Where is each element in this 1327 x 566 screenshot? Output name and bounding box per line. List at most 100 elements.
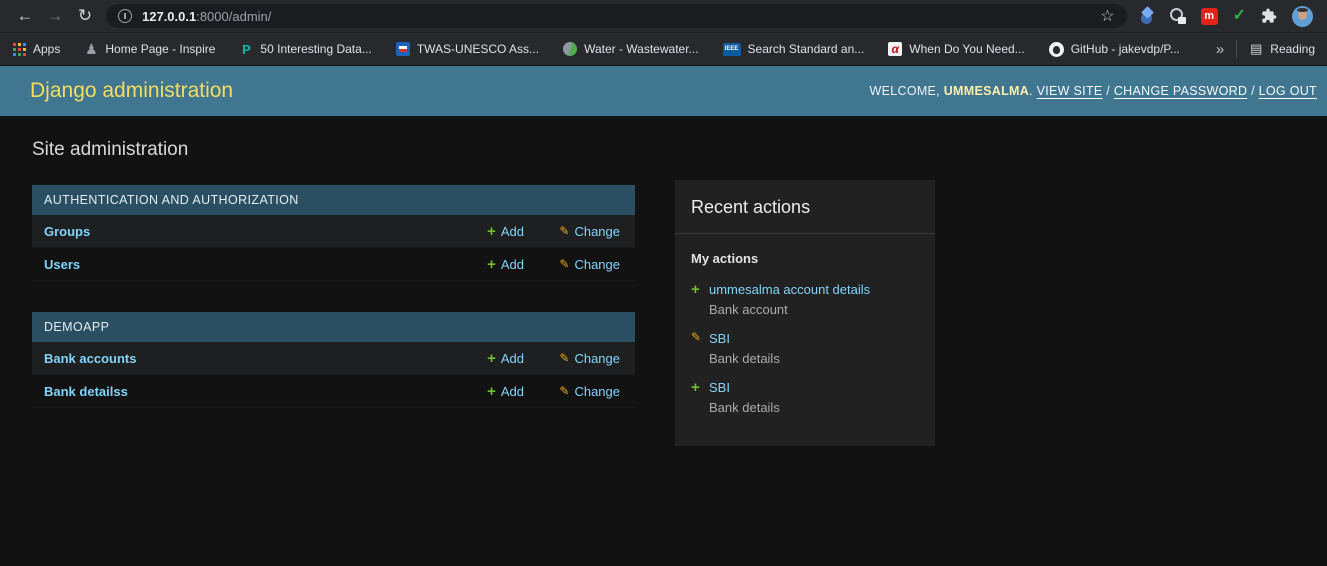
browser-window: ← → ↻ 127.0.0.1 :8000/admin/ ☆ m ✓ Apps …: [0, 0, 1327, 566]
list-item: ✎ SBI Bank details: [691, 330, 919, 366]
ieee-icon: IEEE: [722, 42, 741, 56]
apps-shortcut[interactable]: Apps: [12, 42, 60, 56]
change-users-link[interactable]: ✎ Change: [524, 257, 620, 272]
bookmark-star-icon[interactable]: ☆: [1100, 6, 1114, 26]
bookmark-label: GitHub - jakevdp/P...: [1070, 42, 1180, 56]
table-row-bank-detailss: Bank detailss + Add ✎ Change: [32, 375, 635, 408]
module-caption-link[interactable]: DEMOAPP: [32, 312, 635, 342]
url-host: 127.0.0.1: [142, 8, 197, 24]
reload-icon[interactable]: ↻: [70, 0, 100, 32]
recent-action-link[interactable]: SBI: [709, 331, 730, 346]
add-label: Add: [500, 350, 524, 366]
app-module-demoapp: DEMOAPP Bank accounts + Add ✎ Change Bank …: [32, 312, 635, 408]
app-module-auth: AUTHENTICATION AND AUTHORIZATION Groups …: [32, 185, 635, 281]
bookmark-item[interactable]: P 50 Interesting Data...: [239, 41, 372, 57]
change-label: Change: [574, 256, 620, 272]
model-link-bank-detailss[interactable]: Bank detailss: [44, 384, 458, 399]
log-out-link[interactable]: LOG OUT: [1259, 84, 1317, 98]
table-row-groups: Groups + Add ✎ Change: [32, 215, 635, 248]
module-caption-link[interactable]: AUTHENTICATION AND AUTHORIZATION: [32, 185, 635, 215]
bookmark-label: Apps: [33, 42, 61, 56]
bookmark-label: 50 Interesting Data...: [260, 42, 372, 56]
reading-list-label: Reading: [1270, 42, 1315, 56]
bookmark-label: Water - Wastewater...: [584, 42, 699, 56]
change-label: Change: [574, 223, 620, 239]
add-users-link[interactable]: + Add: [458, 257, 524, 272]
change-bank-detailss-link[interactable]: ✎ Change: [524, 384, 620, 399]
recent-action-link[interactable]: ummesalma account details: [709, 282, 870, 297]
add-plus-icon: +: [487, 382, 496, 400]
teal-logo-icon: P: [242, 41, 251, 57]
table-row-users: Users + Add ✎ Change: [32, 248, 635, 281]
apps-grid-icon: [12, 42, 26, 56]
view-site-link[interactable]: VIEW SITE: [1037, 84, 1103, 98]
site-branding-link[interactable]: Django administration: [30, 79, 233, 103]
reading-list-icon: ▤: [1250, 41, 1263, 56]
blue-kite-extension-icon[interactable]: [1139, 8, 1155, 24]
recent-action-object-type: Bank details: [709, 351, 780, 366]
bookmark-item[interactable]: ♟ Home Page - Inspire: [84, 41, 215, 58]
list-item: + ummesalma account details Bank account: [691, 281, 919, 317]
change-label: Change: [574, 383, 620, 399]
bookmark-item[interactable]: α When Do You Need...: [888, 42, 1025, 56]
add-label: Add: [500, 223, 524, 239]
change-pencil-icon: ✎: [559, 384, 570, 398]
page-info-icon[interactable]: [118, 9, 132, 23]
recent-actions-panel: Recent actions My actions + ummesalma ac…: [675, 180, 935, 446]
user-tools: WELCOME, UMMESALMA. VIEW SITE / CHANGE P…: [870, 84, 1318, 98]
add-plus-icon: +: [691, 281, 700, 298]
username: UMMESALMA: [943, 84, 1030, 98]
back-icon[interactable]: ←: [10, 0, 40, 32]
bookmarks-bar: Apps ♟ Home Page - Inspire P 50 Interest…: [0, 32, 1327, 65]
add-bank-accounts-link[interactable]: + Add: [458, 351, 524, 366]
bookmarks-overflow-chevron-icon[interactable]: »: [1216, 41, 1224, 58]
github-icon: [1048, 41, 1064, 57]
mendeley-extension-icon[interactable]: m: [1200, 7, 1218, 25]
bookmark-label: When Do You Need...: [909, 42, 1025, 56]
bookmark-label: TWAS-UNESCO Ass...: [416, 42, 540, 56]
add-plus-icon: +: [487, 255, 496, 273]
extensions-puzzle-icon[interactable]: [1261, 8, 1277, 24]
model-link-groups[interactable]: Groups: [44, 224, 458, 239]
model-link-bank-accounts[interactable]: Bank accounts: [44, 351, 458, 366]
reading-list-button[interactable]: ▤ Reading: [1249, 41, 1315, 57]
green-check-extension-icon[interactable]: ✓: [1233, 8, 1246, 24]
my-actions-subtitle: My actions: [691, 251, 759, 266]
add-plus-icon: +: [691, 379, 700, 396]
bookmark-item[interactable]: TWAS-UNESCO Ass...: [395, 42, 540, 56]
recent-action-link[interactable]: SBI: [709, 380, 730, 395]
change-pencil-icon: ✎: [559, 351, 570, 365]
forward-icon[interactable]: →: [40, 0, 70, 32]
user-tools-separator: /: [1247, 84, 1259, 98]
model-link-users[interactable]: Users: [44, 257, 458, 272]
alpha-icon: α: [888, 42, 903, 56]
recent-actions-title: Recent actions: [675, 180, 935, 234]
welcome-period: .: [1029, 84, 1037, 98]
extensions-tray: m ✓: [1135, 5, 1317, 27]
bookmark-label: Home Page - Inspire: [105, 42, 216, 56]
admin-header: Django administration WELCOME, UMMESALMA…: [0, 66, 1327, 116]
bookmark-item[interactable]: Water - Wastewater...: [563, 42, 699, 56]
browser-toolbar: ← → ↻ 127.0.0.1 :8000/admin/ ☆ m ✓: [0, 0, 1327, 32]
twas-flag-icon: [395, 42, 410, 56]
user-tools-separator: /: [1102, 84, 1114, 98]
table-row-bank-accounts: Bank accounts + Add ✎ Change: [32, 342, 635, 375]
screenshot-extension-icon[interactable]: [1169, 8, 1186, 24]
bookmark-item[interactable]: IEEE Search Standard an...: [722, 42, 865, 56]
change-label: Change: [574, 350, 620, 366]
address-bar[interactable]: 127.0.0.1 :8000/admin/ ☆: [106, 4, 1127, 28]
change-password-link[interactable]: CHANGE PASSWORD: [1114, 84, 1247, 98]
recent-actions-list: + ummesalma account details Bank account…: [691, 281, 919, 446]
add-label: Add: [500, 383, 524, 399]
bookmark-item[interactable]: GitHub - jakevdp/P...: [1048, 41, 1180, 57]
welcome-text: WELCOME,: [869, 84, 944, 98]
add-bank-detailss-link[interactable]: + Add: [458, 384, 524, 399]
change-bank-accounts-link[interactable]: ✎ Change: [524, 351, 620, 366]
recent-action-object-type: Bank details: [709, 400, 780, 415]
bookmark-label: Search Standard an...: [747, 42, 865, 56]
add-groups-link[interactable]: + Add: [458, 224, 524, 239]
profile-avatar[interactable]: [1292, 5, 1313, 27]
globe-icon: [563, 42, 578, 56]
add-label: Add: [500, 256, 524, 272]
change-groups-link[interactable]: ✎ Change: [524, 224, 620, 239]
